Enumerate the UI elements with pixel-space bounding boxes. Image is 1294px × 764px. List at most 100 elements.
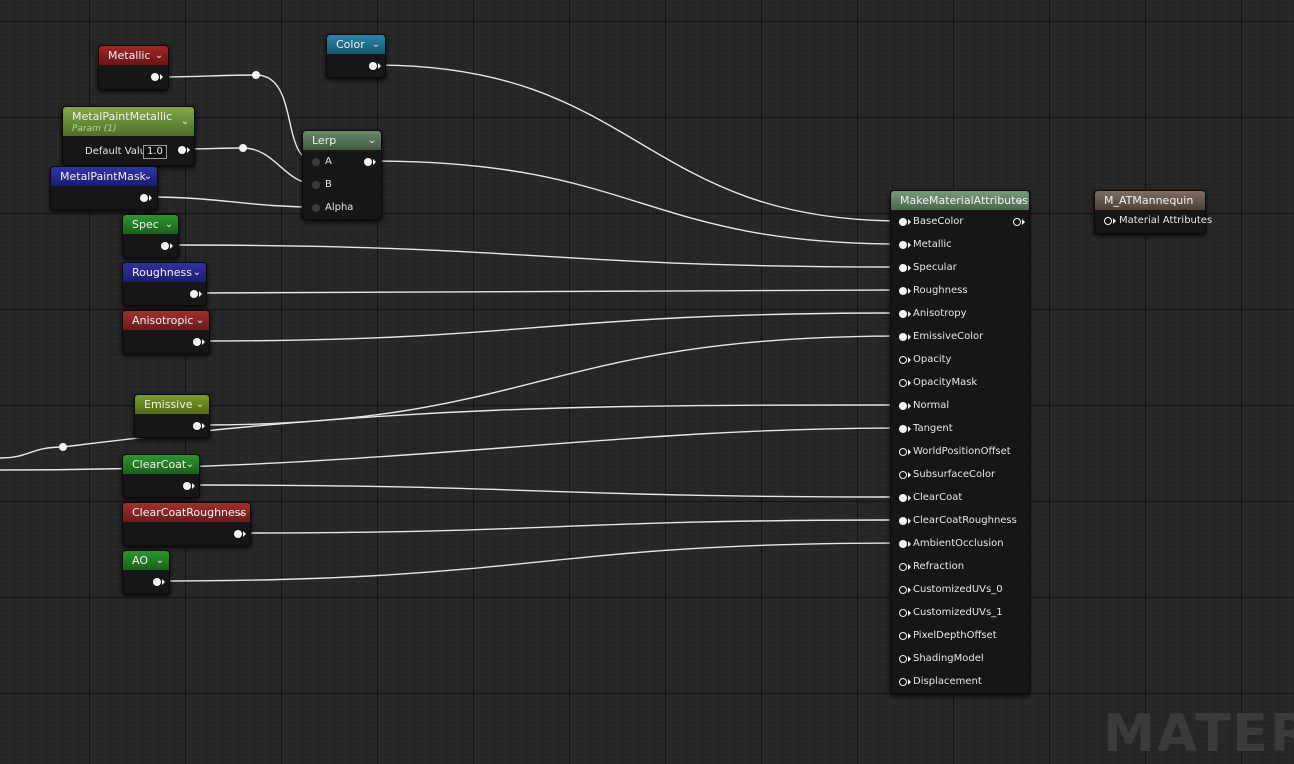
input-pin-ambientocclusion[interactable] [899, 540, 907, 548]
input-pin-shadingmodel[interactable] [899, 655, 907, 663]
output-pin[interactable] [193, 338, 201, 346]
node-make-material-attributes[interactable]: MakeMaterialAttributes ⌄ BaseColor Metall… [890, 190, 1030, 694]
pin-label: CustomizedUVs_0 [913, 584, 1003, 595]
node-color[interactable]: Color ⌄ [326, 34, 386, 78]
node-emissive[interactable]: Emissive ⌄ [134, 394, 210, 438]
node-header[interactable]: MetalPaintMask ⌄ [51, 167, 157, 186]
node-subtitle: Param (1) [72, 124, 117, 134]
input-pin-alpha[interactable] [312, 204, 320, 212]
output-pin[interactable] [193, 422, 201, 430]
input-pin-a[interactable] [312, 158, 320, 166]
output-pin[interactable] [1013, 218, 1021, 226]
pin-label: Metallic [913, 239, 952, 250]
pin-label: AmbientOcclusion [913, 538, 1004, 549]
node-header[interactable]: Color ⌄ [327, 35, 385, 54]
chevron-down-icon[interactable]: ⌄ [195, 311, 205, 330]
output-pin[interactable] [153, 578, 161, 586]
pin-label: WorldPositionOffset [913, 446, 1011, 457]
node-header[interactable]: Lerp ⌄ [303, 131, 381, 150]
pin-label: Displacement [913, 676, 982, 687]
node-header[interactable]: M_ATMannequin [1095, 191, 1205, 210]
pin-arrow-icon [908, 265, 911, 271]
input-pin-worldpositionoffset[interactable] [899, 448, 907, 456]
chevron-down-icon[interactable]: ⌄ [371, 35, 381, 54]
input-pin-tangent[interactable] [899, 425, 907, 433]
node-clearcoat[interactable]: ClearCoat ⌄ [122, 454, 200, 498]
output-pin[interactable] [369, 62, 377, 70]
pin-arrow-icon [908, 587, 911, 593]
chevron-down-icon[interactable]: ⌄ [195, 395, 205, 414]
chevron-down-icon[interactable]: ⌄ [185, 455, 195, 474]
input-pin-roughness[interactable] [899, 287, 907, 295]
wire-clearcoat-to-clearcoat [189, 484, 903, 498]
node-m-atmannequin[interactable]: M_ATMannequin Material Attributes [1094, 190, 1212, 234]
node-metal-paint-metallic[interactable]: MetalPaintMetallic Param (1) ⌄ Default V… [62, 106, 195, 166]
pin-arrow-icon [908, 449, 911, 455]
default-value-field[interactable]: 1.0 [143, 145, 167, 159]
input-pin-customizeduvs-1[interactable] [899, 609, 907, 617]
node-clearcoat-roughness[interactable]: ClearCoatRoughness ⌄ [122, 502, 251, 546]
pin-arrow-icon [908, 610, 911, 616]
node-metal-paint-mask[interactable]: MetalPaintMask ⌄ [50, 166, 158, 210]
node-title: M_ATMannequin [1104, 194, 1194, 207]
input-pin-clearcoat[interactable] [899, 494, 907, 502]
node-metallic[interactable]: Metallic ⌄ [98, 45, 169, 90]
node-spec[interactable]: Spec ⌄ [122, 214, 179, 258]
input-pin-anisotropy[interactable] [899, 310, 907, 318]
chevron-down-icon[interactable]: ⌄ [1015, 191, 1025, 210]
chevron-down-icon[interactable]: ⌄ [155, 551, 165, 570]
wire-lerp-to-metallic [371, 160, 903, 245]
input-pin-customizeduvs-0[interactable] [899, 586, 907, 594]
input-pin-normal[interactable] [899, 402, 907, 410]
output-pin[interactable] [178, 146, 186, 154]
input-pin-displacement[interactable] [899, 678, 907, 686]
input-pin-specular[interactable] [899, 264, 907, 272]
output-pin[interactable] [140, 194, 148, 202]
input-pin-basecolor[interactable] [899, 218, 907, 226]
output-pin[interactable] [190, 290, 198, 298]
chevron-down-icon[interactable]: ⌄ [180, 112, 190, 131]
node-header[interactable]: Metallic ⌄ [99, 46, 168, 65]
node-roughness[interactable]: Roughness ⌄ [122, 262, 207, 306]
pin-label-alpha: Alpha [325, 202, 354, 213]
output-pin[interactable] [151, 73, 159, 81]
chevron-down-icon[interactable]: ⌄ [143, 167, 153, 186]
node-header[interactable]: Anisotropic ⌄ [123, 311, 209, 330]
input-pin-pixeldepthoffset[interactable] [899, 632, 907, 640]
node-lerp[interactable]: Lerp ⌄ A B Alpha [302, 130, 382, 220]
node-ao[interactable]: AO ⌄ [122, 550, 170, 594]
input-pin-opacitymask[interactable] [899, 379, 907, 387]
input-pin-refraction[interactable] [899, 563, 907, 571]
node-header[interactable]: AO ⌄ [123, 551, 169, 570]
pin-label: BaseColor [913, 216, 964, 227]
chevron-down-icon[interactable]: ⌄ [164, 215, 174, 234]
output-pin[interactable] [364, 158, 372, 166]
node-anisotropic[interactable]: Anisotropic ⌄ [122, 310, 210, 354]
node-header[interactable]: ClearCoatRoughness ⌄ [123, 503, 250, 522]
output-pin[interactable] [183, 482, 191, 490]
node-header[interactable]: Emissive ⌄ [135, 395, 209, 414]
wire-color-to-basecolor [375, 64, 903, 222]
chevron-down-icon[interactable]: ⌄ [154, 46, 164, 65]
input-pin-emissivecolor[interactable] [899, 333, 907, 341]
input-pin-b[interactable] [312, 181, 320, 189]
node-header[interactable]: ClearCoat ⌄ [123, 455, 199, 474]
chevron-down-icon[interactable]: ⌄ [192, 263, 202, 282]
pin-arrow-icon [162, 579, 165, 585]
chevron-down-icon[interactable]: ⌄ [367, 131, 377, 150]
chevron-down-icon[interactable]: ⌄ [236, 503, 246, 522]
wire-spec-to-specular [169, 244, 903, 268]
input-pin-metallic[interactable] [899, 241, 907, 249]
input-pin-material-attributes[interactable] [1104, 217, 1112, 225]
node-header[interactable]: MetalPaintMetallic Param (1) ⌄ [63, 107, 194, 136]
input-pin-subsurfacecolor[interactable] [899, 471, 907, 479]
output-pin[interactable] [161, 242, 169, 250]
node-header[interactable]: Spec ⌄ [123, 215, 178, 234]
input-pin-clearcoatroughness[interactable] [899, 517, 907, 525]
output-pin[interactable] [234, 530, 242, 538]
input-pin-opacity[interactable] [899, 356, 907, 364]
pin-label: ClearCoat [913, 492, 963, 503]
node-header[interactable]: Roughness ⌄ [123, 263, 206, 282]
pin-arrow-icon [908, 288, 911, 294]
node-header[interactable]: MakeMaterialAttributes ⌄ [891, 191, 1029, 210]
